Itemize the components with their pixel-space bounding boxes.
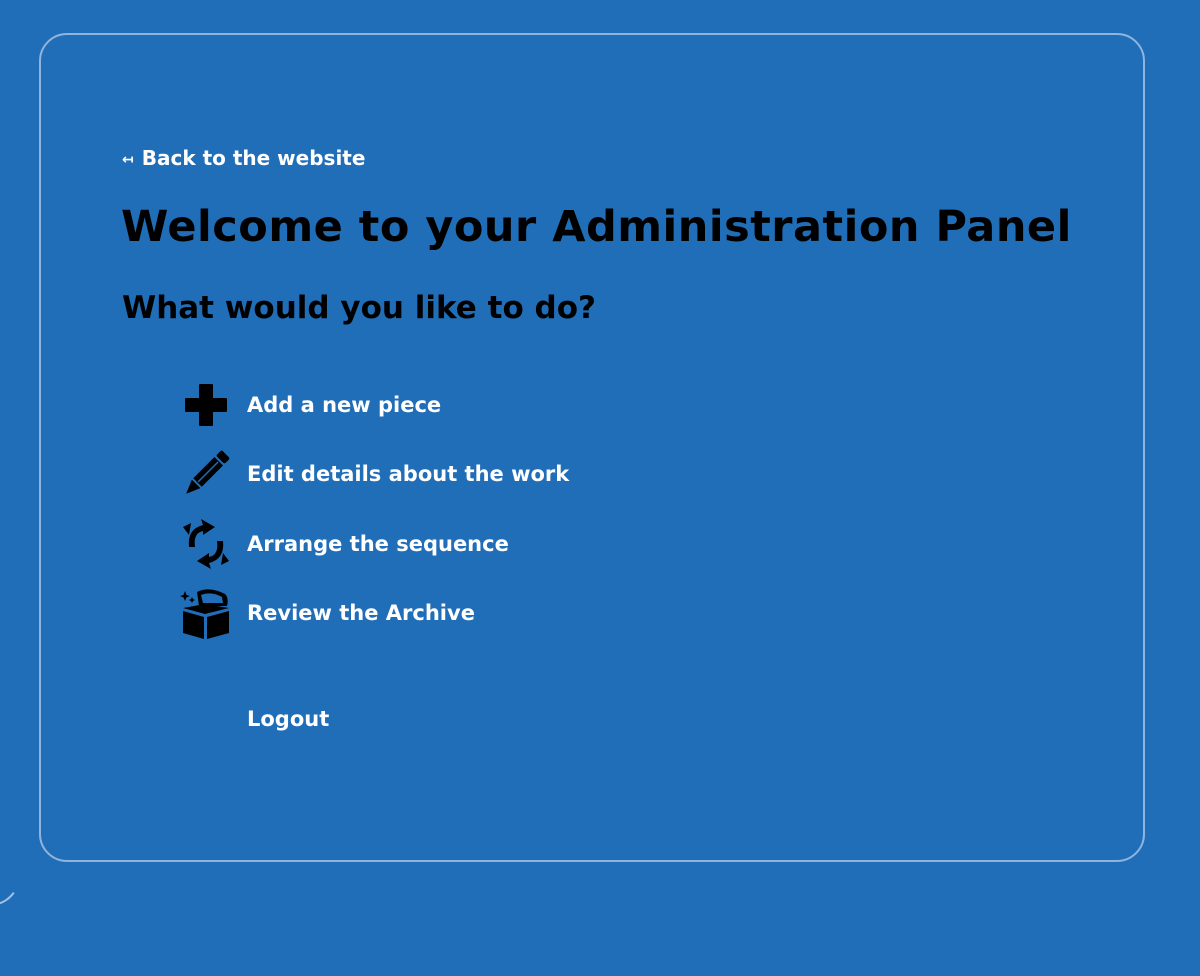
pencil-icon — [178, 446, 234, 502]
back-to-website-link[interactable]: ↤ Back to the website — [122, 146, 365, 170]
back-link-label: Back to the website — [141, 146, 366, 170]
page-title: Welcome to your Administration Panel — [121, 202, 1072, 252]
treasure-chest-icon — [178, 585, 234, 641]
menu-item-edit-details[interactable]: Edit details about the work — [178, 440, 569, 510]
page-subtitle: What would you like to do? — [122, 290, 597, 326]
menu-item-review-archive[interactable]: Review the Archive — [178, 579, 569, 649]
decorative-arc — [0, 841, 25, 911]
menu-item-label: Edit details about the work — [247, 462, 570, 487]
action-menu: Add a new piece Edit details about the w… — [178, 370, 569, 648]
page: ↤ Back to the website Welcome to your Ad… — [0, 0, 1200, 976]
menu-item-label: Arrange the sequence — [247, 531, 509, 556]
back-arrow-icon: ↤ — [122, 151, 134, 168]
rotate-arrows-icon — [178, 516, 234, 572]
plus-icon — [178, 377, 234, 433]
menu-item-arrange-sequence[interactable]: Arrange the sequence — [178, 509, 569, 579]
menu-item-add-piece[interactable]: Add a new piece — [178, 370, 569, 440]
logout-link[interactable]: Logout — [247, 707, 329, 731]
menu-item-label: Add a new piece — [247, 392, 442, 417]
menu-item-label: Review the Archive — [247, 601, 475, 626]
